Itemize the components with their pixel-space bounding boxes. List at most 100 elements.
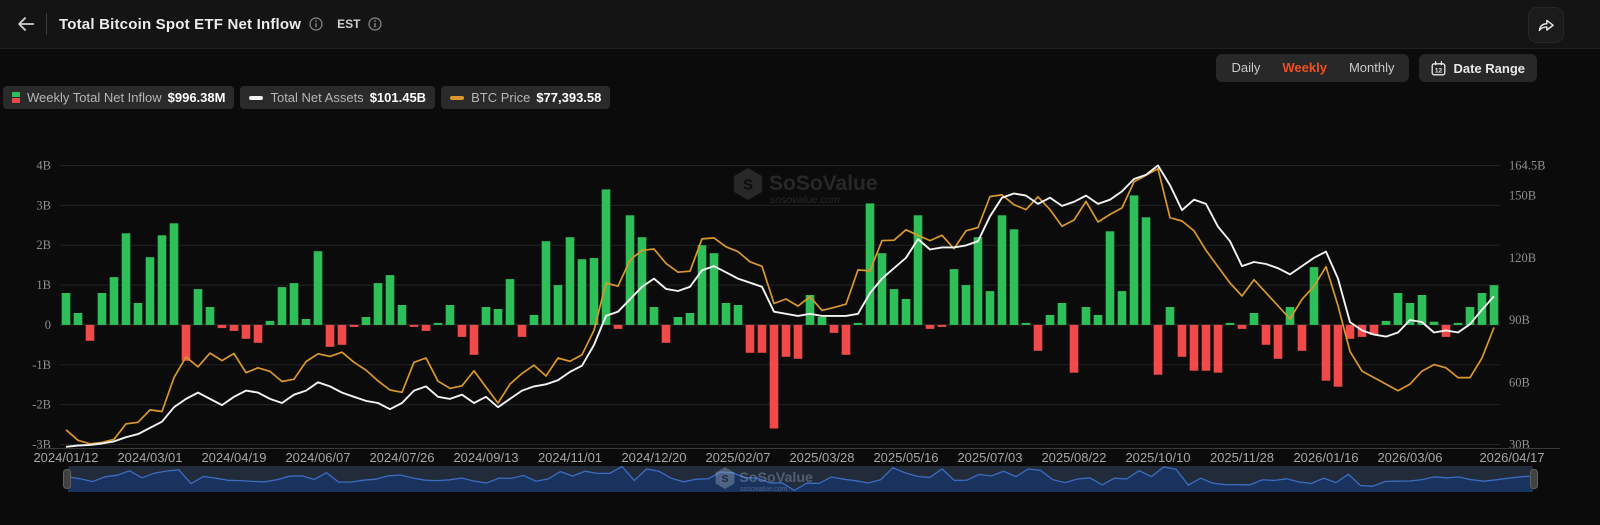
inflow-bar <box>254 325 263 343</box>
inflow-bar <box>926 325 935 329</box>
inflow-bar <box>242 325 251 339</box>
inflow-bar <box>374 283 383 325</box>
inflow-bar <box>398 305 407 325</box>
inflow-bar <box>962 285 971 325</box>
inflow-bar <box>134 303 143 325</box>
back-arrow-icon <box>15 13 37 35</box>
inflow-bar <box>218 325 227 328</box>
navigator-handle-left[interactable] <box>64 470 71 489</box>
inflow-bar <box>1322 325 1331 381</box>
inflow-bar <box>1022 323 1031 325</box>
inflow-bar <box>350 325 359 327</box>
x-axis-tick: 2025/07/03 <box>957 450 1022 465</box>
svg-text:12: 12 <box>1435 67 1443 74</box>
tab-monthly[interactable]: Monthly <box>1338 54 1406 82</box>
navigator-handle-right[interactable] <box>1531 470 1538 489</box>
inflow-bar <box>1214 325 1223 373</box>
tab-weekly[interactable]: Weekly <box>1271 54 1338 82</box>
inflow-bar <box>386 275 395 325</box>
inflow-bar <box>902 299 911 325</box>
x-axis-tick: 2024/11/01 <box>538 450 602 465</box>
left-axis-tick: -1B <box>32 358 51 372</box>
inflow-bar <box>998 215 1007 325</box>
x-axis-tick: 2024/07/26 <box>369 450 434 465</box>
header: Total Bitcoin Spot ETF Net Inflow EST <box>0 0 1600 49</box>
inflow-bar <box>830 325 839 333</box>
inflow-bar <box>194 289 203 325</box>
legend-item-btc-price[interactable]: BTC Price $77,393.58 <box>441 86 610 109</box>
title-info-icon[interactable] <box>309 17 323 31</box>
calendar-icon: 12 <box>1431 61 1446 76</box>
inflow-bar <box>542 241 551 325</box>
inflow-bar <box>302 319 311 325</box>
timezone-info-icon[interactable] <box>368 17 382 31</box>
inflow-bar <box>86 325 95 341</box>
inflow-bar <box>62 293 71 325</box>
inflow-bar <box>1034 325 1043 351</box>
inflow-bar <box>914 215 923 325</box>
inflow-bar <box>1106 231 1115 325</box>
inflow-bar <box>626 215 635 325</box>
inflow-bar <box>74 313 83 325</box>
x-axis-tick: 2024/01/12 <box>33 450 98 465</box>
inflow-bar <box>686 313 695 325</box>
share-icon <box>1536 15 1556 35</box>
inflow-bar <box>590 258 599 325</box>
svg-text:S: S <box>722 474 729 485</box>
date-range-button[interactable]: 12 Date Range <box>1419 54 1537 82</box>
svg-text:sosovalue.com: sosovalue.com <box>770 194 840 206</box>
right-axis-tick: 60B <box>1509 375 1530 389</box>
legend-item-net-assets[interactable]: Total Net Assets $101.45B <box>240 86 435 109</box>
left-axis-tick: 4B <box>36 159 51 173</box>
inflow-bar <box>1130 195 1139 325</box>
inflow-bar <box>470 325 479 355</box>
x-axis-tick: 2025/10/10 <box>1125 450 1190 465</box>
inflow-bar <box>326 325 335 347</box>
inflow-bar <box>278 287 287 325</box>
inflow-bar <box>1430 322 1439 325</box>
inflow-bar <box>1490 285 1499 325</box>
legend-value: $996.38M <box>168 90 226 105</box>
inflow-bar <box>1202 325 1211 371</box>
inflow-bar <box>662 325 671 343</box>
tab-daily[interactable]: Daily <box>1220 54 1271 82</box>
inflow-bar <box>1262 325 1271 345</box>
svg-text:S: S <box>743 177 753 194</box>
granularity-switcher: Daily Weekly Monthly <box>1216 54 1409 82</box>
back-button[interactable] <box>12 10 40 38</box>
inflow-bar <box>674 317 683 325</box>
inflow-bar <box>1226 323 1235 325</box>
right-axis-tick: 90B <box>1509 313 1530 327</box>
legend-item-net-inflow[interactable]: Weekly Total Net Inflow $996.38M <box>3 86 234 109</box>
inflow-bar <box>1166 307 1175 325</box>
inflow-bar <box>1046 315 1055 325</box>
svg-text:SoSoValue: SoSoValue <box>769 172 878 195</box>
inflow-bar <box>842 325 851 355</box>
inflow-bars <box>62 189 1499 428</box>
inflow-bar <box>230 325 239 331</box>
x-axis-tick: 2024/06/07 <box>285 450 350 465</box>
inflow-bar <box>698 245 707 325</box>
inflow-bar <box>602 189 611 325</box>
inflow-bar <box>314 251 323 325</box>
inflow-bar <box>782 325 791 357</box>
inflow-bar <box>110 277 119 325</box>
x-axis-tick: 2025/05/16 <box>873 450 938 465</box>
chart-controls: Daily Weekly Monthly 12 Date Range <box>1216 54 1537 82</box>
sosovalue-watermark: S SoSoValuesosovalue.com <box>734 168 877 206</box>
inflow-bar <box>770 325 779 429</box>
x-axis-tick: 2026/03/06 <box>1377 450 1442 465</box>
legend-label: Total Net Assets <box>270 90 363 105</box>
left-axis-tick: 2B <box>36 238 51 252</box>
x-axis-tick: 2025/08/22 <box>1041 450 1106 465</box>
inflow-bar <box>1058 303 1067 325</box>
legend-label: Weekly Total Net Inflow <box>27 90 162 105</box>
inflow-bar <box>158 235 167 325</box>
inflow-bar <box>1070 325 1079 373</box>
share-button[interactable] <box>1528 7 1564 43</box>
inflow-bar <box>422 325 431 331</box>
inflow-bar <box>746 325 755 353</box>
left-axis-tick: 1B <box>36 278 51 292</box>
inflow-bar <box>1142 217 1151 325</box>
inflow-bar <box>446 305 455 325</box>
